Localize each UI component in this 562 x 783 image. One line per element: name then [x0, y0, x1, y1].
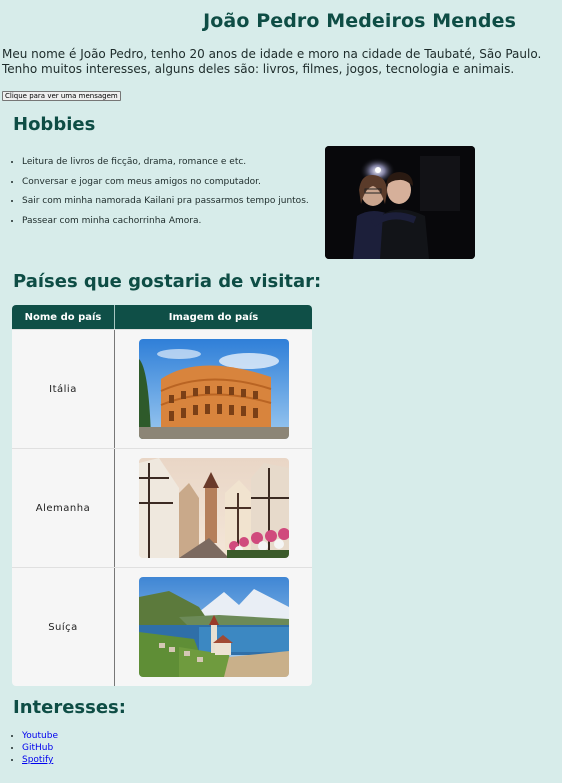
- intro-line-2: Tenho muitos interesses, alguns deles sã…: [2, 62, 515, 76]
- table-row: Suíça: [12, 567, 312, 686]
- hobby-item: Leitura de livros de ficção, drama, roma…: [22, 148, 309, 168]
- hobby-item: Passear com minha cachorrinha Amora.: [22, 207, 309, 227]
- show-message-button[interactable]: Clique para ver uma mensagem: [2, 91, 121, 101]
- couple-photo: [325, 146, 475, 259]
- youtube-link[interactable]: Youtube: [22, 731, 58, 741]
- intro-text: Meu nome é João Pedro, tenho 20 anos de …: [2, 47, 541, 77]
- list-item: GitHub: [22, 742, 58, 754]
- colosseum-image: [138, 339, 289, 439]
- hobbies-title: Hobbies: [13, 114, 96, 135]
- page-title: João Pedro Medeiros Mendes: [203, 10, 516, 32]
- column-header-country-name: Nome do país: [12, 305, 115, 329]
- spotify-link[interactable]: Spotify: [22, 755, 53, 765]
- country-name: Suíça: [12, 568, 115, 686]
- german-street-image: [138, 458, 289, 558]
- hobby-item: Conversar e jogar com meus amigos no com…: [22, 168, 309, 188]
- countries-title: Países que gostaria de visitar:: [13, 271, 322, 292]
- swiss-lake-image: [138, 577, 289, 677]
- country-name: Alemanha: [12, 449, 115, 567]
- hobby-item: Sair com minha namorada Kailani pra pass…: [22, 187, 309, 207]
- countries-table: Nome do país Imagem do país Itália Alema…: [12, 305, 312, 686]
- page: João Pedro Medeiros Mendes Meu nome é Jo…: [0, 0, 562, 783]
- country-name: Itália: [12, 330, 115, 448]
- table-row: Alemanha: [12, 448, 312, 567]
- table-row: Itália: [12, 329, 312, 448]
- interests-list: Youtube GitHub Spotify: [8, 730, 58, 766]
- interests-title: Interesses:: [13, 697, 126, 718]
- column-header-country-image: Imagem do país: [168, 311, 259, 323]
- github-link[interactable]: GitHub: [22, 743, 53, 753]
- table-header: Nome do país Imagem do país: [12, 305, 312, 329]
- list-item: Spotify: [22, 754, 58, 766]
- hobbies-list: Leitura de livros de ficção, drama, roma…: [8, 148, 309, 226]
- list-item: Youtube: [22, 730, 58, 742]
- intro-line-1: Meu nome é João Pedro, tenho 20 anos de …: [2, 47, 542, 61]
